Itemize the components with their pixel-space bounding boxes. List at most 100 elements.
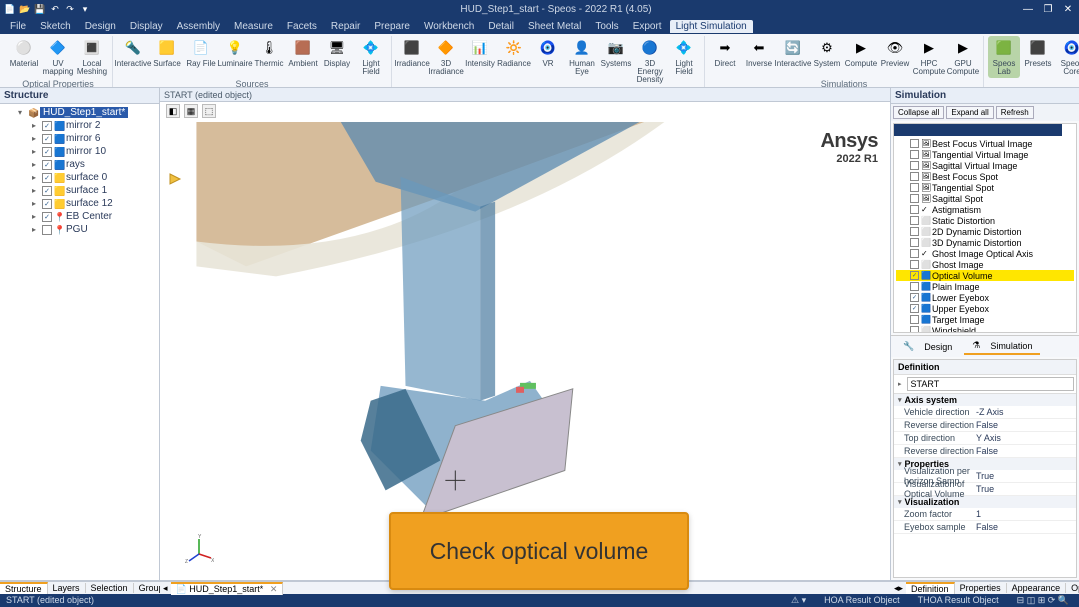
close-icon[interactable]: ✕ bbox=[266, 584, 278, 594]
simulation-tree[interactable]: 🖼Best Focus Virtual Image🖼Tangential Vir… bbox=[893, 123, 1077, 333]
tree-node-surface-1[interactable]: ▸✓🟨surface 1 bbox=[2, 184, 157, 197]
menu-tab-sheet-metal[interactable]: Sheet Metal bbox=[522, 20, 587, 33]
ribbon-system-button[interactable]: ⚙System bbox=[811, 36, 843, 70]
checkbox[interactable] bbox=[910, 172, 919, 181]
ribbon-speos-lab-button[interactable]: 🟩Speos Lab bbox=[988, 36, 1020, 78]
expand-icon[interactable]: ▾ bbox=[18, 108, 26, 117]
ribbon-speos-core-button[interactable]: 🧿Speos Core bbox=[1056, 36, 1079, 78]
sim-item-best-focus-spot[interactable]: 🖼Best Focus Spot bbox=[896, 171, 1074, 182]
expand-icon[interactable]: ▸ bbox=[32, 147, 40, 156]
sim-item-3d-dynamic-distortion[interactable]: ⬜3D Dynamic Distortion bbox=[896, 237, 1074, 248]
maximize-button[interactable]: ❐ bbox=[1041, 4, 1055, 15]
checkbox[interactable] bbox=[42, 225, 52, 235]
menu-tab-repair[interactable]: Repair bbox=[325, 20, 366, 33]
ribbon-thermic-button[interactable]: 🌡Thermic bbox=[253, 36, 285, 70]
ribbon-inverse-button[interactable]: ⬅Inverse bbox=[743, 36, 775, 70]
sim-item-optical-volume[interactable]: ✓🟦Optical Volume bbox=[896, 270, 1074, 281]
ribbon-local-meshing-button[interactable]: 🔳Local Meshing bbox=[76, 36, 108, 78]
sim-item-windshield[interactable]: ⬜Windshield bbox=[896, 325, 1074, 333]
checkbox[interactable]: ✓ bbox=[910, 271, 919, 280]
expand-icon[interactable]: ▸ bbox=[32, 160, 40, 169]
checkbox[interactable] bbox=[910, 205, 919, 214]
tree-node-pgu[interactable]: ▸📍PGU bbox=[2, 223, 157, 236]
ribbon-interactive-button[interactable]: 🔄Interactive bbox=[777, 36, 809, 70]
def-field[interactable]: Visualization of Optical VolumeTrue bbox=[894, 483, 1076, 496]
checkbox[interactable] bbox=[910, 161, 919, 170]
qat-open-icon[interactable]: 📂 bbox=[19, 3, 31, 15]
ribbon-intensity-button[interactable]: 📊Intensity bbox=[464, 36, 496, 70]
qat-undo-icon[interactable]: ↶ bbox=[49, 3, 61, 15]
ribbon-human-eye-button[interactable]: 👤Human Eye bbox=[566, 36, 598, 78]
tree-node-eb-center[interactable]: ▸✓📍EB Center bbox=[2, 210, 157, 223]
ribbon-surface-button[interactable]: 🟨Surface bbox=[151, 36, 183, 70]
caret-icon[interactable]: ▸ bbox=[896, 380, 904, 388]
bottom-tab-definition[interactable]: Definition bbox=[906, 582, 955, 594]
checkbox[interactable]: ✓ bbox=[42, 160, 52, 170]
sim-item-ghost-image[interactable]: ⬜Ghost Image bbox=[896, 259, 1074, 270]
zoom-widgets[interactable]: ⊟ ◫ ⊞ ⟳ 🔍 bbox=[1013, 595, 1073, 606]
sim-item-astigmatism[interactable]: ✓Astigmatism bbox=[896, 204, 1074, 215]
sim-item-tangential-virtual-image[interactable]: 🖼Tangential Virtual Image bbox=[896, 149, 1074, 160]
checkbox[interactable] bbox=[910, 194, 919, 203]
sim-item-ghost-image-optical-axis[interactable]: ✓Ghost Image Optical Axis bbox=[896, 248, 1074, 259]
sim-item-plain-image[interactable]: 🟦Plain Image bbox=[896, 281, 1074, 292]
checkbox[interactable] bbox=[910, 315, 919, 324]
tree-node-mirror-10[interactable]: ▸✓🟦mirror 10 bbox=[2, 145, 157, 158]
bottom-tab-selection[interactable]: Selection bbox=[86, 583, 134, 593]
checkbox[interactable] bbox=[910, 216, 919, 225]
def-field[interactable]: Top directionY Axis bbox=[894, 432, 1076, 445]
menu-tab-facets[interactable]: Facets bbox=[281, 20, 323, 33]
checkbox[interactable] bbox=[910, 139, 919, 148]
menu-tab-assembly[interactable]: Assembly bbox=[171, 20, 226, 33]
ribbon-presets-button[interactable]: ⬛Presets bbox=[1022, 36, 1054, 70]
menu-tab-prepare[interactable]: Prepare bbox=[368, 20, 416, 33]
checkbox[interactable]: ✓ bbox=[42, 199, 52, 209]
tree-root[interactable]: ▾ 📦 HUD_Step1_start* bbox=[2, 106, 157, 119]
def-field[interactable]: Vehicle direction-Z Axis bbox=[894, 406, 1076, 419]
qat-more-icon[interactable]: ▾ bbox=[79, 3, 91, 15]
ribbon-uv-mapping-button[interactable]: 🔷UV mapping bbox=[42, 36, 74, 78]
view-tool-2[interactable]: ▦ bbox=[184, 104, 198, 118]
ribbon-display-button[interactable]: 🖥Display bbox=[321, 36, 353, 70]
sim-item-sagittal-virtual-image[interactable]: 🖼Sagittal Virtual Image bbox=[896, 160, 1074, 171]
tab-design[interactable]: 🔧Design bbox=[895, 338, 960, 355]
qat-new-icon[interactable]: 📄 bbox=[4, 3, 16, 15]
menu-tab-export[interactable]: Export bbox=[627, 20, 668, 33]
checkbox[interactable] bbox=[910, 183, 919, 192]
checkbox[interactable] bbox=[910, 260, 919, 269]
menu-tab-workbench[interactable]: Workbench bbox=[418, 20, 480, 33]
expand-all-button[interactable]: Expand all bbox=[946, 106, 993, 119]
checkbox[interactable]: ✓ bbox=[910, 293, 919, 302]
expand-icon[interactable]: ▸ bbox=[32, 173, 40, 182]
expand-icon[interactable]: ▸ bbox=[32, 186, 40, 195]
ribbon-vr-button[interactable]: 🧿VR bbox=[532, 36, 564, 70]
minimize-button[interactable]: — bbox=[1021, 4, 1035, 15]
view-tool-1[interactable]: ◧ bbox=[166, 104, 180, 118]
def-section-visualization[interactable]: ▾Visualization bbox=[894, 496, 1076, 508]
bottom-tab-properties[interactable]: Properties bbox=[955, 583, 1007, 593]
menu-tab-tools[interactable]: Tools bbox=[589, 20, 624, 33]
qat-redo-icon[interactable]: ↷ bbox=[64, 3, 76, 15]
status-hoa[interactable]: HOA Result Object bbox=[820, 595, 904, 605]
tree-node-mirror-2[interactable]: ▸✓🟦mirror 2 bbox=[2, 119, 157, 132]
menu-tab-measure[interactable]: Measure bbox=[228, 20, 279, 33]
tree-node-surface-12[interactable]: ▸✓🟨surface 12 bbox=[2, 197, 157, 210]
tree-node-mirror-6[interactable]: ▸✓🟦mirror 6 bbox=[2, 132, 157, 145]
checkbox[interactable]: ✓ bbox=[42, 134, 52, 144]
sim-item-static-distortion[interactable]: ⬜Static Distortion bbox=[896, 215, 1074, 226]
checkbox[interactable] bbox=[910, 150, 919, 159]
nav-icon[interactable]: ◂▸ bbox=[891, 583, 906, 594]
refresh-button[interactable]: Refresh bbox=[996, 106, 1034, 119]
ribbon-preview-button[interactable]: 👁Preview bbox=[879, 36, 911, 70]
def-field[interactable]: Eyebox sampleFalse bbox=[894, 521, 1076, 534]
nav-prev-icon[interactable]: ◂ bbox=[160, 583, 171, 594]
expand-icon[interactable]: ▸ bbox=[32, 134, 40, 143]
checkbox[interactable]: ✓ bbox=[42, 121, 52, 131]
expand-icon[interactable]: ▸ bbox=[32, 212, 40, 221]
ribbon-luminaire-button[interactable]: 💡Luminaire bbox=[219, 36, 251, 70]
status-thoa[interactable]: THOA Result Object bbox=[914, 595, 1003, 605]
expand-icon[interactable]: ▸ bbox=[32, 121, 40, 130]
status-warning[interactable]: ⚠ ▾ bbox=[787, 595, 810, 606]
ribbon-gpu-compute-button[interactable]: ▶GPU Compute bbox=[947, 36, 979, 78]
collapse-all-button[interactable]: Collapse all bbox=[893, 106, 944, 119]
